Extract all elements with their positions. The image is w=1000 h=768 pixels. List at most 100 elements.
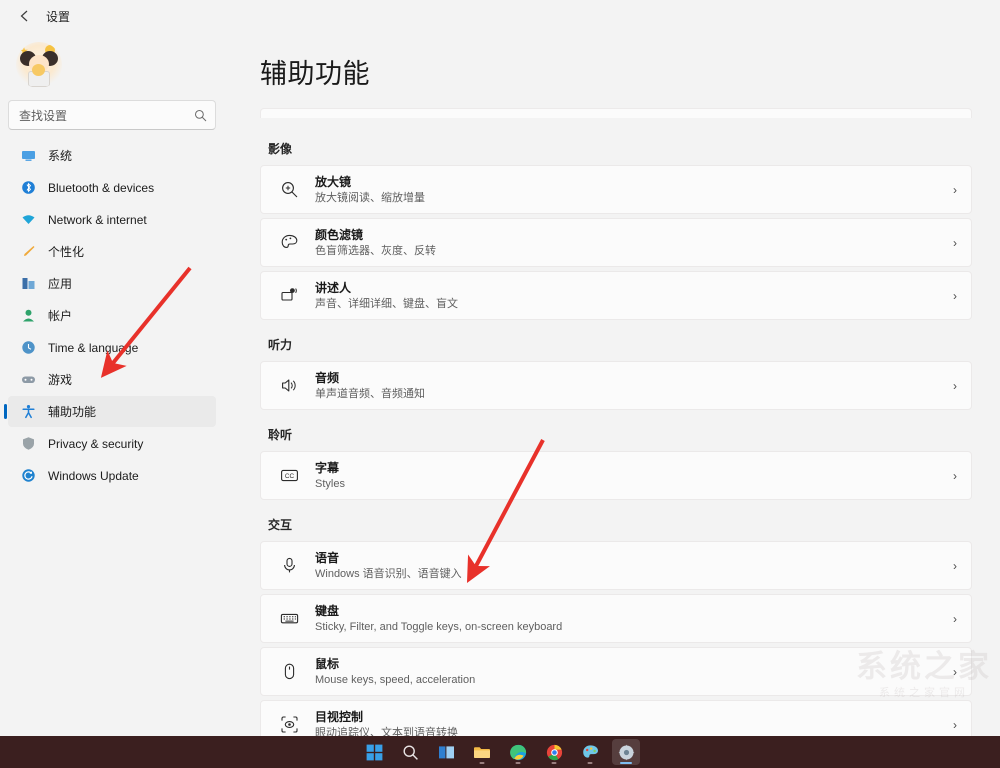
setting-row-text: 音频 单声道音频、音频通知 <box>315 371 953 401</box>
setting-row-text: 颜色滤镜 色盲筛选器、灰度、反转 <box>315 228 953 258</box>
task-view-icon <box>438 744 455 761</box>
sidebar-item-privacy-security[interactable]: Privacy & security <box>8 428 216 459</box>
microphone-icon <box>277 556 301 575</box>
sidebar-item-network-internet[interactable]: Network & internet <box>8 204 216 235</box>
setting-title: 音频 <box>315 371 953 386</box>
setting-subtitle: 色盲筛选器、灰度、反转 <box>315 244 953 258</box>
keyboard-icon <box>277 609 301 628</box>
paint-button[interactable] <box>576 739 604 765</box>
setting-row-keyboard[interactable]: 键盘 Sticky, Filter, and Toggle keys, on-s… <box>260 594 972 643</box>
setting-row-speech[interactable]: 语音 Windows 语音识别、语音键入 › <box>260 541 972 590</box>
sidebar-item-windows-update[interactable]: Windows Update <box>8 460 216 491</box>
search-button[interactable] <box>396 739 424 765</box>
chevron-right-icon: › <box>953 289 957 303</box>
chevron-right-icon: › <box>953 379 957 393</box>
gear-icon <box>618 744 635 761</box>
title-bar: 设置 <box>0 0 1000 32</box>
paint-icon <box>582 744 599 761</box>
setting-subtitle: 放大镜阅读、缩放增量 <box>315 191 953 205</box>
content-pane: 辅助功能 影像 放 <box>224 32 1000 736</box>
taskbar <box>0 736 1000 768</box>
avatar-wrap[interactable] <box>8 36 216 98</box>
sidebar-item-accounts[interactable]: 帐户 <box>8 300 216 331</box>
setting-title: 目视控制 <box>315 710 953 725</box>
back-arrow-icon <box>18 9 32 23</box>
setting-subtitle: 眼动追踪仪、文本到语音转换 <box>315 726 953 737</box>
section-label-captions: 聆听 <box>268 426 972 443</box>
main-body: 查找设置 系统 <box>0 32 1000 736</box>
sidebar-item-gaming[interactable]: 游戏 <box>8 364 216 395</box>
running-indicator <box>620 762 632 764</box>
svg-text:CC: CC <box>284 473 294 480</box>
chevron-right-icon: › <box>953 612 957 626</box>
sidebar-item-personalization[interactable]: 个性化 <box>8 236 216 267</box>
section-label-interaction: 交互 <box>268 516 972 533</box>
sidebar-item-time-language[interactable]: Time & language <box>8 332 216 363</box>
edge-button[interactable] <box>504 739 532 765</box>
chrome-icon <box>546 744 563 761</box>
setting-row-text: 语音 Windows 语音识别、语音键入 <box>315 551 953 581</box>
setting-title: 放大镜 <box>315 175 953 190</box>
time-icon <box>20 340 36 356</box>
sidebar-item-bluetooth-devices[interactable]: Bluetooth & devices <box>8 172 216 203</box>
app-title: 设置 <box>46 8 70 25</box>
setting-subtitle: Styles <box>315 477 953 491</box>
section-label-vision: 影像 <box>268 140 972 157</box>
back-button[interactable] <box>14 5 36 27</box>
edge-icon <box>510 744 527 761</box>
avatar-flower <box>32 64 45 76</box>
settings-button[interactable] <box>612 739 640 765</box>
setting-row-text: 键盘 Sticky, Filter, and Toggle keys, on-s… <box>315 604 953 634</box>
setting-title: 颜色滤镜 <box>315 228 953 243</box>
sidebar-item-label: 游戏 <box>48 371 72 388</box>
chevron-right-icon: › <box>953 665 957 679</box>
setting-subtitle: Windows 语音识别、语音键入 <box>315 567 953 581</box>
setting-subtitle: 声音、详细详细、键盘、盲文 <box>315 297 953 311</box>
chevron-right-icon: › <box>953 183 957 197</box>
setting-row-captions[interactable]: CC 字幕 Styles › <box>260 451 972 500</box>
settings-scroll-area[interactable]: 影像 放大镜 放大镜阅读、缩放增量 <box>260 108 972 736</box>
setting-row-narrator[interactable]: 讲述人 声音、详细详细、键盘、盲文 › <box>260 271 972 320</box>
sidebar-item-accessibility[interactable]: 辅助功能 <box>8 396 216 427</box>
setting-row-magnifier[interactable]: 放大镜 放大镜阅读、缩放增量 › <box>260 165 972 214</box>
partial-card-above[interactable] <box>260 108 972 118</box>
file-explorer-button[interactable] <box>468 739 496 765</box>
audio-icon <box>277 376 301 395</box>
running-indicator <box>552 762 557 764</box>
setting-row-color-filters[interactable]: 颜色滤镜 色盲筛选器、灰度、反转 › <box>260 218 972 267</box>
color-filter-icon <box>277 233 301 252</box>
section-label-hearing: 听力 <box>268 336 972 353</box>
setting-row-text: 放大镜 放大镜阅读、缩放增量 <box>315 175 953 205</box>
apps-icon <box>20 276 36 292</box>
sidebar-item-apps[interactable]: 应用 <box>8 268 216 299</box>
system-icon <box>20 148 36 164</box>
setting-row-mouse[interactable]: 鼠标 Mouse keys, speed, acceleration › <box>260 647 972 696</box>
chevron-right-icon: › <box>953 559 957 573</box>
settings-window: 设置 查找设置 <box>0 0 1000 768</box>
setting-row-text: 鼠标 Mouse keys, speed, acceleration <box>315 657 953 687</box>
start-button[interactable] <box>360 739 388 765</box>
chrome-button[interactable] <box>540 739 568 765</box>
sidebar-item-label: 辅助功能 <box>48 403 96 420</box>
avatar[interactable] <box>16 42 62 88</box>
chevron-right-icon: › <box>953 236 957 250</box>
search-icon[interactable] <box>194 109 207 122</box>
chevron-right-icon: › <box>953 718 957 732</box>
setting-row-eye-control[interactable]: 目视控制 眼动追踪仪、文本到语音转换 › <box>260 700 972 736</box>
content-scrollbar[interactable] <box>991 116 994 716</box>
setting-row-text: 讲述人 声音、详细详细、键盘、盲文 <box>315 281 953 311</box>
sidebar: 查找设置 系统 <box>0 32 224 736</box>
shield-icon <box>20 436 36 452</box>
task-view-button[interactable] <box>432 739 460 765</box>
narrator-icon <box>277 286 301 305</box>
setting-row-audio[interactable]: 音频 单声道音频、音频通知 › <box>260 361 972 410</box>
search-input[interactable]: 查找设置 <box>8 100 216 130</box>
setting-title: 语音 <box>315 551 953 566</box>
captions-icon: CC <box>277 466 301 485</box>
accessibility-icon <box>20 404 36 420</box>
sidebar-item-label: 个性化 <box>48 243 84 260</box>
section-group-interaction: 语音 Windows 语音识别、语音键入 › <box>260 541 972 736</box>
sidebar-item-system[interactable]: 系统 <box>8 140 216 171</box>
setting-title: 键盘 <box>315 604 953 619</box>
folder-icon <box>473 744 491 761</box>
